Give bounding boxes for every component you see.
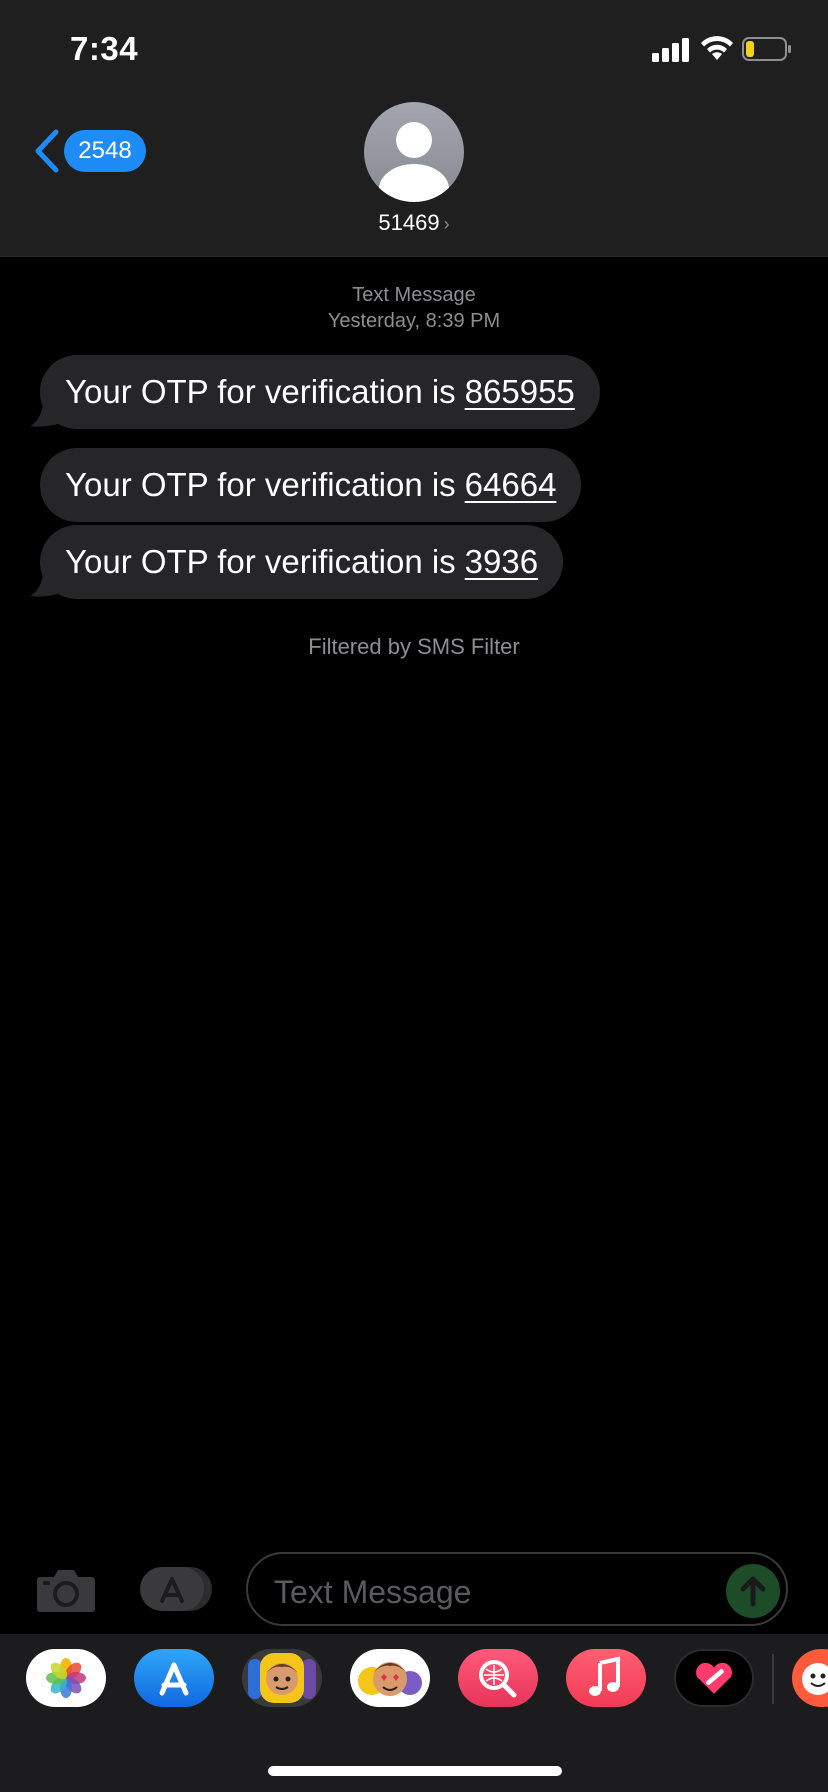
message-text: Your OTP for verification is <box>65 543 456 580</box>
chevron-right-icon: › <box>443 214 450 234</box>
chevron-left-icon <box>35 129 59 173</box>
message-service-label: Text Message <box>352 284 476 306</box>
home-indicator[interactable] <box>268 1766 562 1776</box>
app-store-drawer-icon[interactable] <box>138 1565 214 1613</box>
memoji-app-icon[interactable] <box>242 1649 322 1707</box>
message-bubble[interactable]: Your OTP for verification is 865955 <box>40 355 600 429</box>
otp-code-link[interactable]: 3936 <box>465 543 538 581</box>
image-search-app-icon[interactable] <box>458 1649 538 1707</box>
message-bubble[interactable]: Your OTP for verification is 64664 <box>40 448 582 522</box>
status-bar: 7:34 <box>0 0 828 100</box>
arrow-up-icon <box>740 1576 766 1607</box>
app-store-app-icon[interactable] <box>134 1649 214 1707</box>
music-app-icon[interactable] <box>566 1649 646 1707</box>
filter-note: Filtered by SMS Filter <box>308 634 520 659</box>
message-input-placeholder: Text Message <box>274 1574 472 1610</box>
unread-count-badge: 2548 <box>64 130 146 172</box>
conversation-header: 7:34 2548 51469 › <box>0 0 828 257</box>
camera-icon[interactable] <box>36 1565 96 1613</box>
message-text: Your OTP for verification is <box>65 373 456 410</box>
more-app-icon[interactable] <box>792 1649 828 1707</box>
otp-code-link[interactable]: 64664 <box>465 466 557 504</box>
message-input[interactable]: Text Message <box>246 1552 788 1626</box>
otp-code-link[interactable]: 865955 <box>465 373 575 411</box>
message-bubble[interactable]: Your OTP for verification is 3936 <box>40 525 564 599</box>
back-button[interactable]: 2548 <box>32 128 146 174</box>
send-button[interactable] <box>726 1564 780 1618</box>
message-timestamp: Yesterday, 8:39 PM <box>327 310 501 332</box>
message-text: Your OTP for verification is <box>65 466 456 503</box>
cellular-signal-icon <box>652 38 689 62</box>
drawer-divider <box>772 1654 774 1704</box>
battery-low-icon <box>742 37 791 61</box>
avatar-body <box>379 164 449 202</box>
digital-touch-app-icon[interactable] <box>674 1649 754 1707</box>
contact-name: 51469 <box>378 210 440 235</box>
animoji-app-icon[interactable] <box>350 1649 430 1707</box>
photos-app-icon[interactable] <box>26 1649 106 1707</box>
wifi-icon <box>701 36 733 60</box>
status-time: 7:34 <box>70 30 139 67</box>
contact-avatar[interactable] <box>364 102 464 202</box>
contact-name-button[interactable]: 51469 › <box>0 210 828 236</box>
avatar-head <box>396 122 432 158</box>
